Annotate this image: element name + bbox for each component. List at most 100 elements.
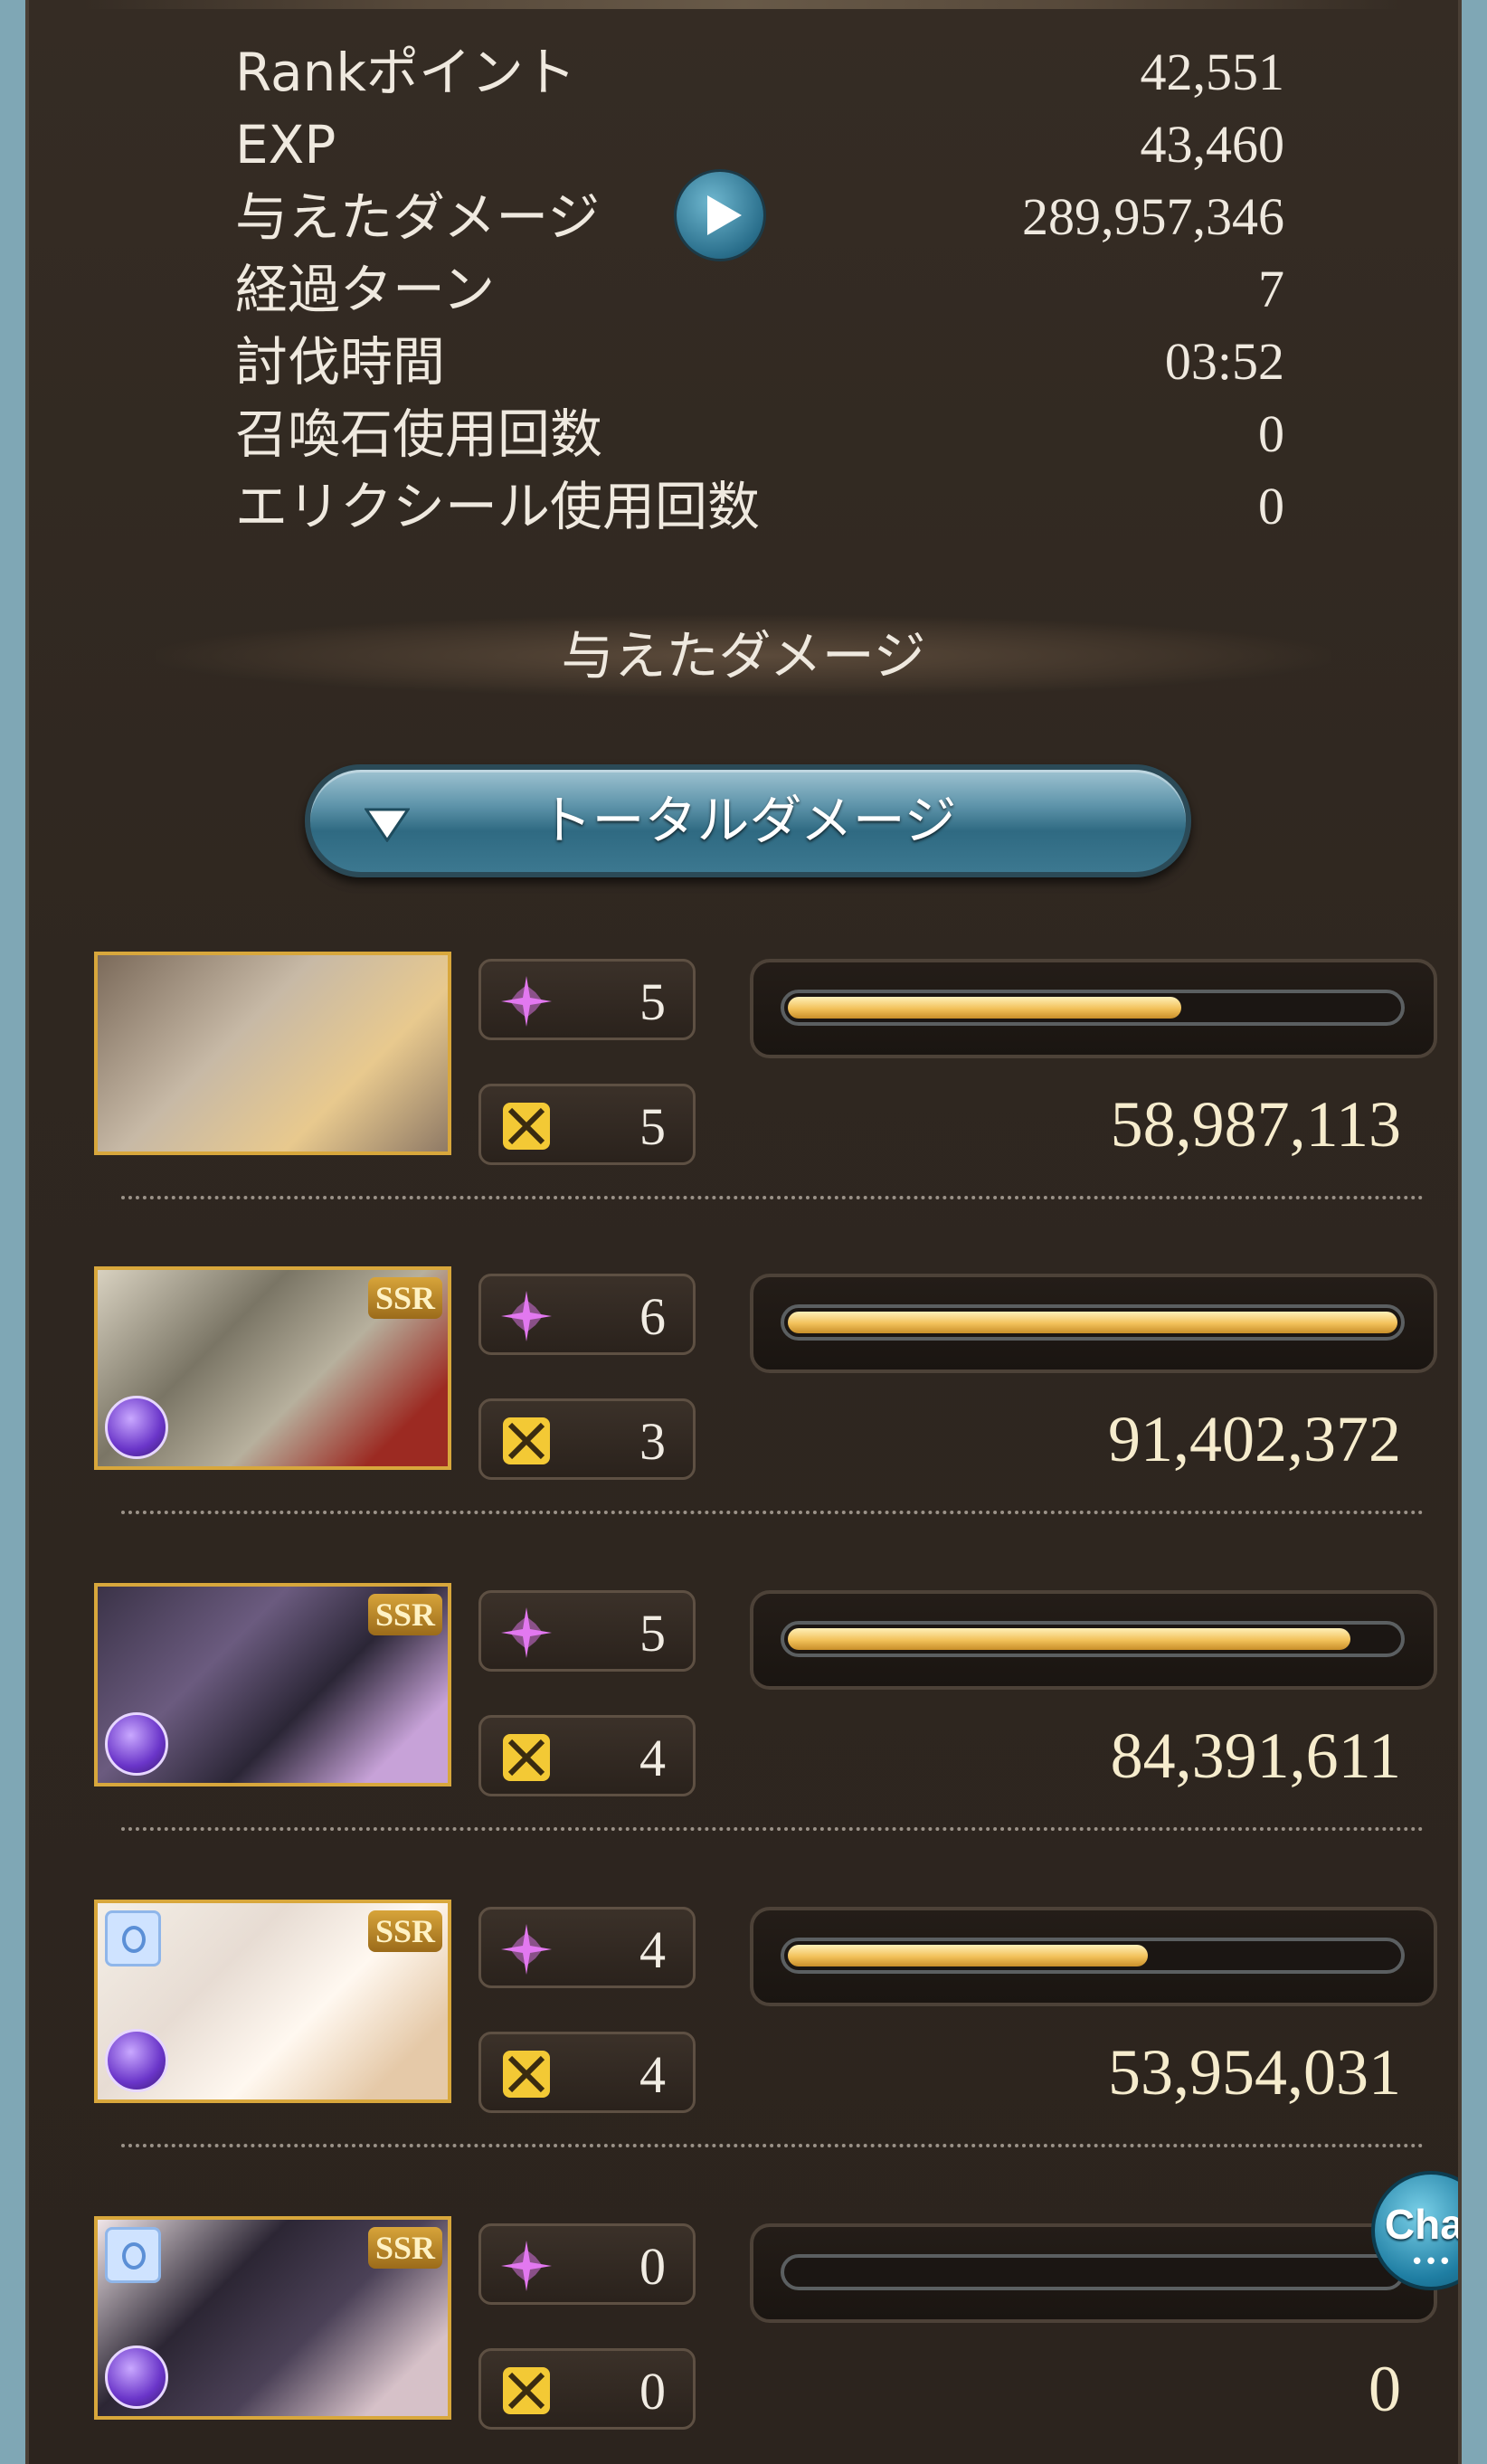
- member-row: SSR 4 4 53,954,031: [94, 1900, 1451, 2162]
- battle-result-panel: Rankポイント 42,551 EXP 43,460 与えたダメージ 289,9…: [25, 0, 1462, 2464]
- row-divider: [121, 2144, 1424, 2147]
- row-divider: [121, 1511, 1424, 1514]
- damage-bar-track: [781, 1621, 1405, 1657]
- ougi-count-box: 0: [478, 2348, 696, 2430]
- stat-label: 与えたダメージ: [235, 186, 601, 248]
- crossed-swords-icon: [503, 1103, 550, 1150]
- damage-bar: [750, 2223, 1437, 2323]
- ring-icon: [105, 1910, 161, 1966]
- damage-bar: [750, 1590, 1437, 1690]
- stat-value: 7: [1258, 260, 1284, 318]
- ability-count-box: 4: [478, 1907, 696, 1988]
- ssr-badge: SSR: [367, 2227, 442, 2269]
- total-damage-dropdown[interactable]: トータルダメージ: [305, 764, 1191, 877]
- damage-bar: [750, 1907, 1437, 2006]
- chat-label: Chat: [1384, 2201, 1462, 2248]
- play-icon: [707, 195, 742, 235]
- damage-bar-track: [781, 2254, 1405, 2290]
- chat-dots-icon: •••: [1409, 2249, 1452, 2276]
- ougi-count: 3: [639, 1412, 666, 1471]
- member-row: SSR 5 4 84,391,611: [94, 1583, 1451, 1845]
- stat-label: EXP: [235, 114, 336, 175]
- character-portrait[interactable]: SSR: [94, 1583, 451, 1786]
- ougi-count: 0: [639, 2362, 666, 2421]
- character-portrait[interactable]: SSR: [94, 1266, 451, 1470]
- damage-bar-fill: [788, 997, 1181, 1019]
- stat-value: 03:52: [1164, 332, 1284, 391]
- member-row: SSR 6 3 91,402,372: [94, 1266, 1451, 1529]
- damage-value: 91,402,372: [1108, 1403, 1401, 1475]
- dark-element-icon: [105, 2029, 168, 2092]
- damage-value: 84,391,611: [1110, 1720, 1401, 1792]
- stat-value: 0: [1258, 404, 1284, 463]
- row-divider: [121, 1827, 1424, 1831]
- character-portrait[interactable]: SSR: [94, 1900, 451, 2103]
- dark-element-icon: [105, 1712, 168, 1776]
- ougi-count: 4: [639, 1729, 666, 1787]
- damage-value: 0: [1369, 2353, 1401, 2425]
- character-portrait[interactable]: SSR: [94, 2216, 451, 2420]
- ougi-count-box: 5: [478, 1084, 696, 1165]
- stat-label: 経過ターン: [235, 259, 496, 320]
- stat-label: 討伐時間: [235, 331, 446, 393]
- dropdown-label: トータルダメージ: [539, 790, 957, 851]
- character-portrait[interactable]: [94, 952, 451, 1155]
- stat-row-summon-uses: 召喚石使用回数 0: [235, 398, 1284, 470]
- dark-element-icon: [105, 1396, 168, 1459]
- ability-count: 4: [639, 1920, 666, 1979]
- ougi-count: 5: [639, 1097, 666, 1156]
- damage-bar-fill: [788, 1312, 1397, 1333]
- stat-label: 召喚石使用回数: [235, 403, 603, 465]
- stat-value: 0: [1258, 477, 1284, 535]
- ability-count-box: 6: [478, 1274, 696, 1355]
- damage-bar-fill: [788, 1945, 1148, 1966]
- damage-value: 53,954,031: [1108, 2036, 1401, 2109]
- stat-row-time: 討伐時間 03:52: [235, 326, 1284, 398]
- stat-row-turns: 経過ターン 7: [235, 253, 1284, 326]
- stat-row-elixir-uses: エリクシール使用回数 0: [235, 470, 1284, 543]
- ougi-count-box: 4: [478, 1715, 696, 1796]
- member-row: SSR 0 0 0: [94, 2216, 1451, 2464]
- damage-detail-play-button[interactable]: [677, 172, 763, 259]
- dark-element-icon: [105, 2346, 168, 2409]
- sparkle-icon: [501, 976, 552, 1027]
- damage-bar-track: [781, 990, 1405, 1026]
- stat-value: 289,957,346: [1022, 187, 1284, 246]
- damage-bar: [750, 1274, 1437, 1373]
- sparkle-icon: [501, 2241, 552, 2291]
- damage-value: 58,987,113: [1110, 1088, 1401, 1161]
- ougi-count-box: 4: [478, 2032, 696, 2113]
- sparkle-icon: [501, 1924, 552, 1975]
- damage-bar-fill: [788, 1628, 1350, 1650]
- stat-row-rank-points: Rankポイント 42,551: [235, 36, 1284, 109]
- ability-count-box: 5: [478, 1590, 696, 1672]
- damage-bar-track: [781, 1938, 1405, 1974]
- sparkle-icon: [501, 1291, 552, 1341]
- ssr-badge: SSR: [367, 1594, 442, 1635]
- row-divider: [121, 1196, 1424, 1199]
- stat-value: 43,460: [1140, 115, 1285, 174]
- stat-label: Rankポイント: [235, 42, 576, 103]
- stat-value: 42,551: [1140, 43, 1285, 101]
- ability-count: 6: [639, 1287, 666, 1346]
- ability-count: 5: [639, 1604, 666, 1663]
- ssr-badge: SSR: [367, 1910, 442, 1952]
- crossed-swords-icon: [503, 2051, 550, 2098]
- ring-icon: [105, 2227, 161, 2283]
- ability-count: 0: [639, 2237, 666, 2296]
- crossed-swords-icon: [503, 1734, 550, 1781]
- top-ornament: [83, 0, 1404, 9]
- stat-label: エリクシール使用回数: [235, 476, 761, 537]
- battle-stats: Rankポイント 42,551 EXP 43,460 与えたダメージ 289,9…: [235, 36, 1284, 543]
- damage-section-header: 与えたダメージ: [156, 615, 1331, 697]
- ougi-count-box: 3: [478, 1398, 696, 1480]
- ability-count-box: 0: [478, 2223, 696, 2305]
- chat-button[interactable]: Chat •••: [1371, 2171, 1462, 2290]
- ability-count: 5: [639, 972, 666, 1031]
- sparkle-icon: [501, 1607, 552, 1658]
- damage-bar: [750, 959, 1437, 1058]
- ssr-badge: SSR: [367, 1277, 442, 1319]
- crossed-swords-icon: [503, 1417, 550, 1464]
- ability-count-box: 5: [478, 959, 696, 1040]
- damage-bar-track: [781, 1304, 1405, 1341]
